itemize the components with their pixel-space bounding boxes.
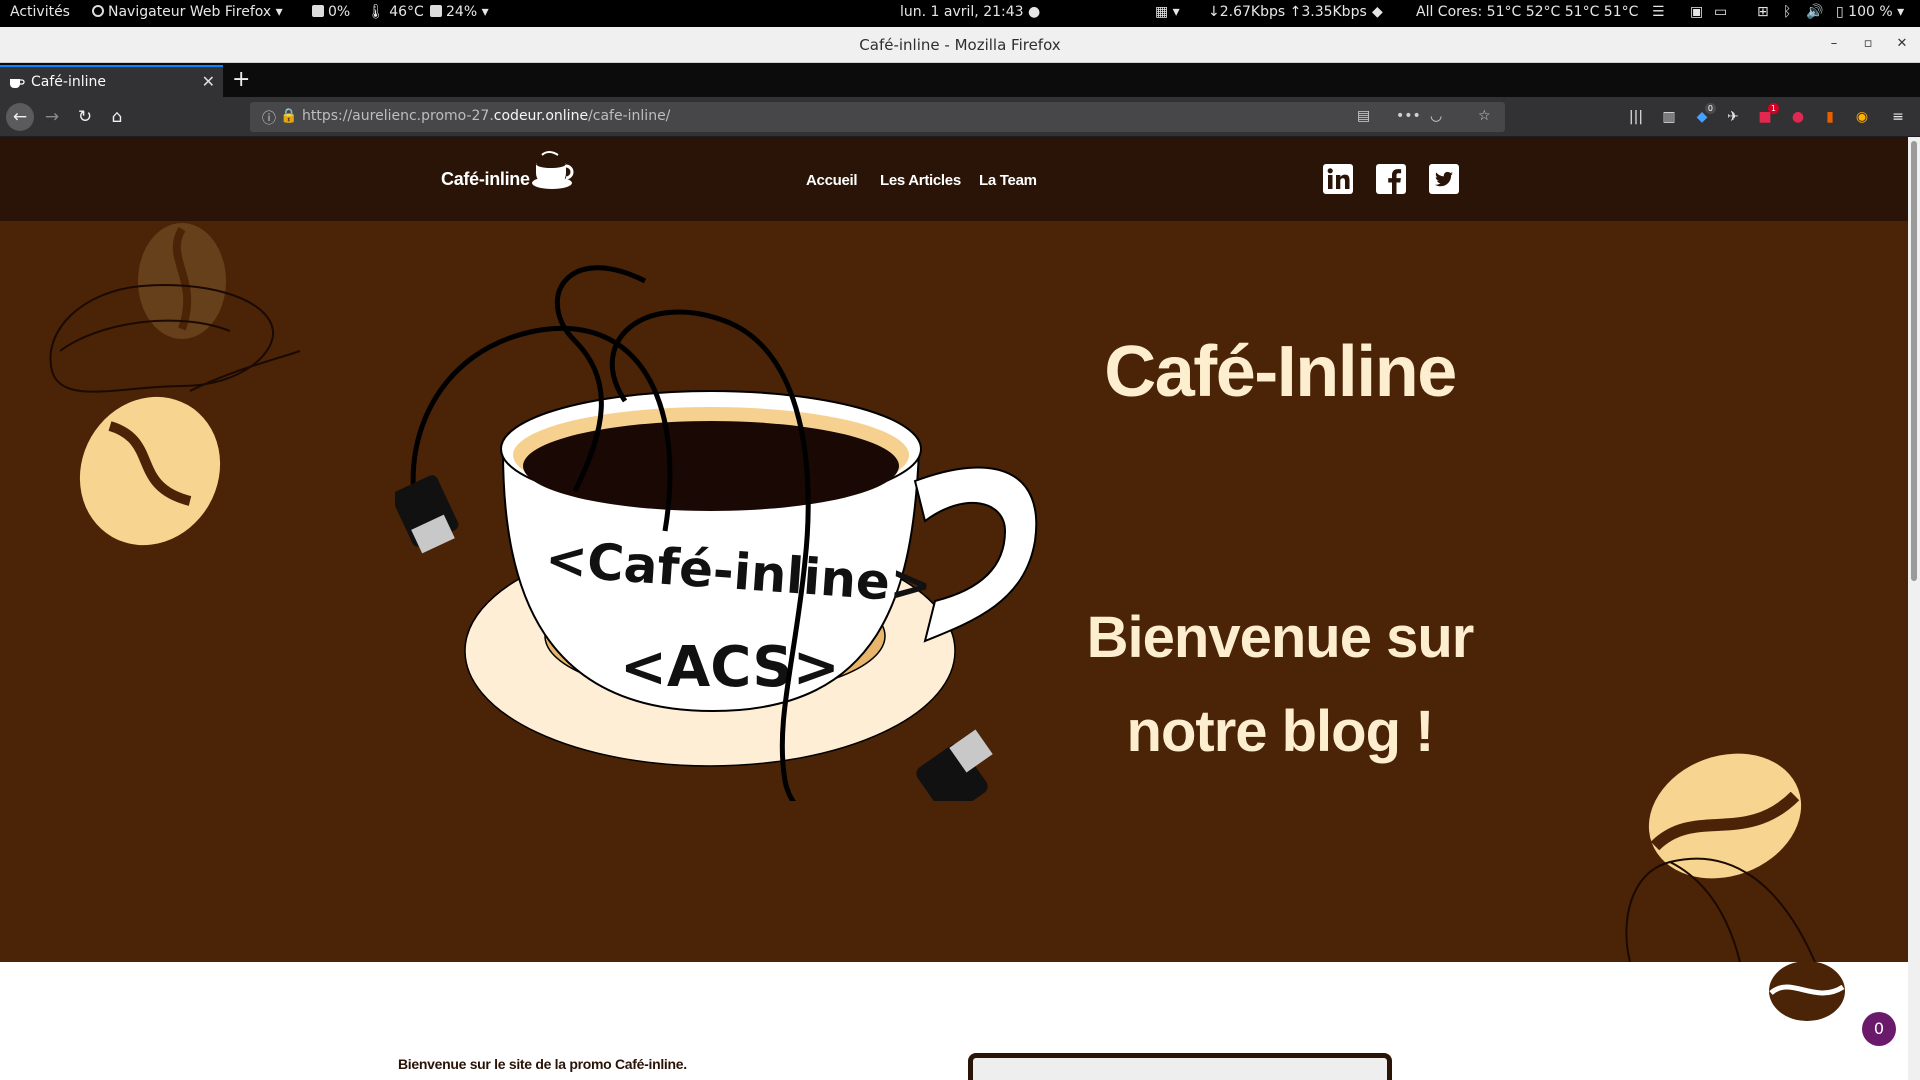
window-title: Café-inline - Mozilla Firefox: [859, 36, 1061, 54]
tab-strip: Café-inline ✕ +: [0, 63, 1920, 97]
thermometer-icon: 🌡: [367, 4, 385, 20]
extension-orange-icon[interactable]: ▮: [1822, 109, 1838, 125]
extension-bird-icon[interactable]: ✈: [1725, 109, 1741, 125]
site-header: Café-inline Accueil Les Articles La Team: [0, 137, 1908, 221]
coffee-bean-right-illustration: [1625, 753, 1816, 962]
reader-view-icon[interactable]: ▤: [1357, 108, 1370, 124]
database-icon: [430, 5, 442, 17]
battery-indicator[interactable]: ▯ 100 % ▾: [1836, 4, 1904, 20]
volume-icon[interactable]: 🔊: [1806, 4, 1823, 20]
window-title-bar: Café-inline - Mozilla Firefox – ▫ ✕: [0, 27, 1920, 63]
maximize-icon[interactable]: ▫: [1858, 34, 1878, 54]
extension-badge: 0: [1704, 103, 1716, 114]
logo-coffee-cup-icon[interactable]: [530, 151, 576, 191]
hero-subtitle: Bienvenue sur notre blog !: [1010, 591, 1550, 779]
url-text[interactable]: https://aurelienc.promo-27.codeur.online…: [302, 108, 670, 124]
clock[interactable]: lun. 1 avril, 21:43 ●: [900, 4, 1040, 20]
insecure-lock-icon[interactable]: 🔒: [280, 108, 297, 124]
close-tab-icon[interactable]: ✕: [202, 72, 215, 91]
minimize-icon[interactable]: –: [1824, 34, 1844, 54]
extension-globe-icon[interactable]: ◉: [1854, 109, 1870, 125]
clock-value: lun. 1 avril, 21:43: [900, 4, 1024, 20]
facebook-icon[interactable]: [1376, 164, 1406, 194]
hero-title: Café-Inline: [1104, 332, 1457, 412]
coffee-beans-left-illustration: [49, 223, 301, 546]
network-speed[interactable]: ↓2.67Kbps ↑3.35Kbps: [1208, 4, 1367, 20]
hero-subtitle-line-2: notre blog !: [1126, 699, 1435, 764]
page-actions-icon[interactable]: •••: [1396, 108, 1421, 124]
diamond-icon[interactable]: ◆: [1372, 4, 1383, 20]
navigation-toolbar: ← → ↻ ⌂ ⓘ 🔒 https://aurelienc.promo-27.c…: [0, 97, 1920, 137]
network-icon[interactable]: ⊞: [1757, 4, 1769, 20]
linkedin-icon[interactable]: [1323, 164, 1353, 194]
coffee-cup-favicon-icon: [10, 79, 25, 88]
bookmark-star-icon[interactable]: ☆: [1478, 108, 1491, 124]
app-menu[interactable]: Navigateur Web Firefox ▾: [92, 4, 283, 20]
pocket-icon[interactable]: ◡: [1430, 108, 1442, 124]
nav-la-team[interactable]: La Team: [979, 172, 1037, 189]
twitter-icon[interactable]: [1429, 164, 1459, 194]
battery-icon: ▯: [1836, 4, 1844, 20]
system-top-bar: Activités Navigateur Web Firefox ▾ 0% 🌡 …: [0, 0, 1920, 27]
extension-shield-icon[interactable]: ●: [1790, 109, 1806, 125]
hamburger-menu-icon[interactable]: ≡: [1890, 109, 1906, 125]
home-button[interactable]: ⌂: [103, 103, 131, 131]
activities-button[interactable]: Activités: [10, 4, 70, 20]
scroll-to-top-bean-icon[interactable]: [1767, 959, 1847, 1023]
memory-indicator[interactable]: 24% ▾: [430, 4, 489, 20]
bluetooth-icon[interactable]: ᛒ: [1783, 4, 1791, 20]
back-button[interactable]: ←: [6, 103, 34, 131]
page-viewport: Café-inline Accueil Les Articles La Team: [0, 137, 1908, 1080]
hero-section: <Café-inline> <ACS> Café-Inline Bienvenu…: [0, 221, 1908, 962]
cpu-icon: [312, 5, 324, 17]
app-menu-label: Navigateur Web Firefox: [108, 4, 272, 20]
page-scrollbar[interactable]: [1908, 137, 1920, 1080]
terminal-icon[interactable]: ▣: [1690, 4, 1703, 20]
temp-value: 46°C: [389, 4, 424, 20]
list-icon[interactable]: ☰: [1652, 4, 1665, 20]
hero-coffee-cup-illustration: <Café-inline> <ACS>: [395, 265, 1038, 801]
display-icon[interactable]: ▭: [1714, 4, 1727, 20]
extension-badge-red: 1: [1767, 103, 1779, 114]
tab-label: Café-inline: [31, 74, 106, 90]
extension-blue-icon[interactable]: ◆ 0: [1694, 103, 1716, 125]
system-monitor-icon[interactable]: ▦ ▾: [1155, 4, 1180, 20]
cup-text-acs: <ACS>: [620, 635, 840, 700]
reload-button[interactable]: ↻: [71, 103, 99, 131]
url-bar[interactable]: ⓘ 🔒 https://aurelienc.promo-27.codeur.on…: [250, 102, 1505, 132]
tab-cafe-inline[interactable]: Café-inline ✕: [0, 65, 223, 97]
close-window-icon[interactable]: ✕: [1892, 34, 1912, 54]
info-icon[interactable]: ⓘ: [262, 108, 276, 128]
core-temps[interactable]: All Cores: 51°C 52°C 51°C 51°C: [1416, 4, 1638, 20]
scrollbar-thumb[interactable]: [1911, 141, 1917, 581]
temp-indicator[interactable]: 🌡 46°C: [367, 4, 424, 20]
notification-counter-badge[interactable]: 0: [1862, 1012, 1896, 1046]
new-tab-button[interactable]: +: [232, 67, 250, 92]
battery-value: 100 %: [1848, 4, 1893, 20]
hero-subtitle-line-1: Bienvenue sur: [1086, 605, 1475, 670]
extension-red-icon[interactable]: ■ 1: [1757, 103, 1779, 125]
site-logo-text[interactable]: Café-inline: [441, 169, 530, 190]
cpu-indicator[interactable]: 0%: [312, 4, 350, 20]
library-icon[interactable]: |||: [1628, 109, 1644, 125]
firefox-icon: [92, 5, 104, 17]
nav-accueil[interactable]: Accueil: [806, 172, 858, 189]
forward-button[interactable]: →: [38, 103, 66, 131]
memory-value: 24%: [446, 4, 478, 20]
sidebar-icon[interactable]: ▥: [1661, 109, 1677, 125]
nav-les-articles[interactable]: Les Articles: [880, 172, 961, 189]
cpu-value: 0%: [328, 4, 351, 20]
intro-text: Bienvenue sur le site de la promo Café-i…: [398, 1056, 687, 1072]
article-image-frame: [968, 1053, 1392, 1080]
